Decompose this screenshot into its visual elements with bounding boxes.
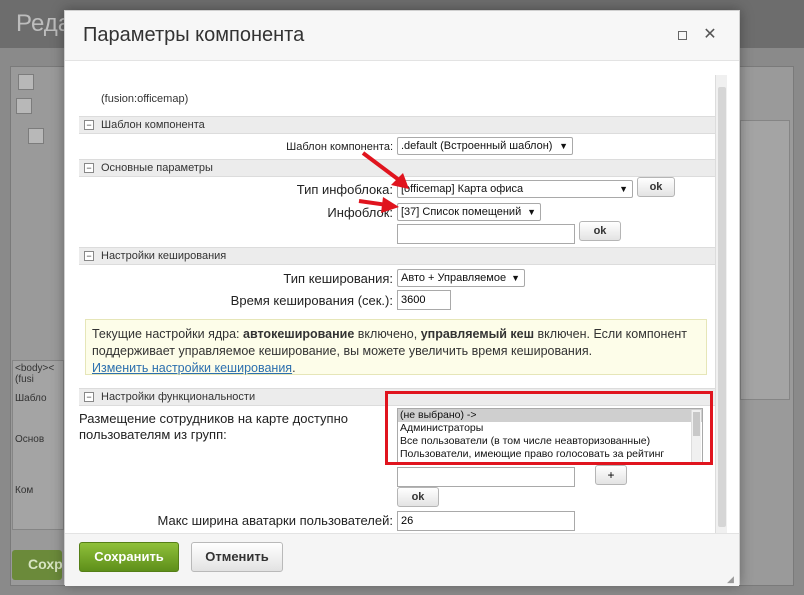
- cache-time-label: Время кеширования (сек.):: [230, 293, 393, 308]
- background-side-text: <body><: [15, 363, 55, 374]
- collapse-icon[interactable]: −: [84, 163, 94, 173]
- chevron-down-icon: ▼: [527, 207, 536, 217]
- template-select-value: .default (Встроенный шаблон): [401, 140, 553, 152]
- cache-type-select[interactable]: Авто + Управляемое ▼: [397, 269, 525, 287]
- groups-extra-input[interactable]: [397, 467, 575, 487]
- groups-label: Размещение сотрудников на карте доступно…: [79, 411, 379, 443]
- component-params-dialog: Параметры компонента ✕ (fusion:officemap…: [64, 10, 740, 586]
- template-select[interactable]: .default (Встроенный шаблон) ▼: [397, 137, 573, 155]
- resize-handle-icon[interactable]: ◢: [727, 574, 737, 584]
- collapse-icon[interactable]: −: [84, 120, 94, 130]
- background-save-button[interactable]: Сохр: [12, 550, 63, 580]
- dialog-scroll-thumb[interactable]: [718, 87, 726, 527]
- section-title: Основные параметры: [101, 162, 213, 174]
- annotation-arrow-icon: [358, 197, 399, 213]
- dialog-scrollbar[interactable]: [715, 75, 727, 533]
- note-text: включено,: [354, 327, 421, 341]
- background-side-item: Ком: [15, 485, 34, 496]
- save-button[interactable]: Сохранить: [79, 542, 179, 572]
- maximize-icon: [677, 31, 687, 40]
- dialog-footer: Сохранить Отменить ◢: [65, 533, 739, 586]
- iblock-type-value: [officemap] Карта офиса: [401, 183, 524, 195]
- add-group-button[interactable]: +: [595, 465, 627, 485]
- note-bold: автокеширование: [243, 327, 355, 341]
- iblock-type-select[interactable]: [officemap] Карта офиса ▼: [397, 180, 633, 198]
- background-title: Реда: [16, 10, 72, 37]
- groups-label-line: Размещение сотрудников на карте доступно: [79, 411, 349, 426]
- note-bold: управляемый кеш: [420, 327, 535, 341]
- maximize-button[interactable]: [673, 26, 691, 44]
- avatar-width-label: Макс ширина аватарки пользователей:: [157, 513, 393, 528]
- section-cache[interactable]: − Настройки кеширования: [79, 247, 715, 265]
- iblock-value: [37] Список помещений: [401, 206, 522, 218]
- section-title: Настройки функциональности: [101, 391, 256, 403]
- cache-time-input[interactable]: 3600: [397, 290, 451, 310]
- settings-icon[interactable]: [18, 74, 34, 90]
- section-template[interactable]: − Шаблон компонента: [79, 116, 715, 134]
- cancel-button[interactable]: Отменить: [191, 542, 283, 572]
- section-title: Шаблон компонента: [101, 119, 205, 131]
- cache-note: Текущие настройки ядра: автокеширование …: [85, 319, 707, 375]
- user-icon[interactable]: [28, 128, 44, 144]
- chevron-down-icon: ▼: [559, 141, 568, 151]
- collapse-icon[interactable]: −: [84, 392, 94, 402]
- dialog-title: Параметры компонента: [83, 24, 305, 46]
- iblock-type-ok-button[interactable]: ok: [637, 177, 675, 197]
- dialog-header: Параметры компонента ✕: [65, 11, 739, 61]
- chevron-down-icon: ▼: [619, 184, 628, 194]
- background-side-item: (fusi: [15, 374, 34, 385]
- groups-ok-button[interactable]: ok: [397, 487, 439, 507]
- background-side-item: Шабло: [15, 393, 47, 404]
- avatar-width-input[interactable]: 26: [397, 511, 575, 531]
- close-icon: ✕: [703, 26, 717, 43]
- chevron-down-icon: ▼: [511, 273, 520, 283]
- cache-type-value: Авто + Управляемое: [401, 272, 507, 284]
- background-side-item: Основ: [15, 434, 45, 445]
- dialog-body: (fusion:officemap) − Шаблон компонента Ш…: [79, 75, 715, 533]
- layout-icon[interactable]: [16, 98, 32, 114]
- component-path: (fusion:officemap): [101, 93, 189, 105]
- note-text: Текущие настройки ядра:: [92, 327, 243, 341]
- change-cache-settings-link[interactable]: Изменить настройки кеширования: [92, 361, 292, 375]
- section-title: Настройки кеширования: [101, 250, 227, 262]
- iblock-id-input[interactable]: [397, 224, 575, 244]
- groups-label-line: пользователям из групп:: [79, 427, 227, 442]
- cache-type-label: Тип кеширования:: [283, 271, 393, 286]
- note-text: .: [292, 361, 296, 375]
- iblock-ok-button[interactable]: ok: [579, 221, 621, 241]
- iblock-select[interactable]: [37] Список помещений ▼: [397, 203, 541, 221]
- background-side-panel: <body>< (fusi Шабло Основ Ком: [12, 360, 64, 530]
- close-button[interactable]: ✕: [701, 26, 719, 44]
- background-right-panel: [740, 120, 790, 400]
- collapse-icon[interactable]: −: [84, 251, 94, 261]
- highlight-box: [385, 391, 713, 465]
